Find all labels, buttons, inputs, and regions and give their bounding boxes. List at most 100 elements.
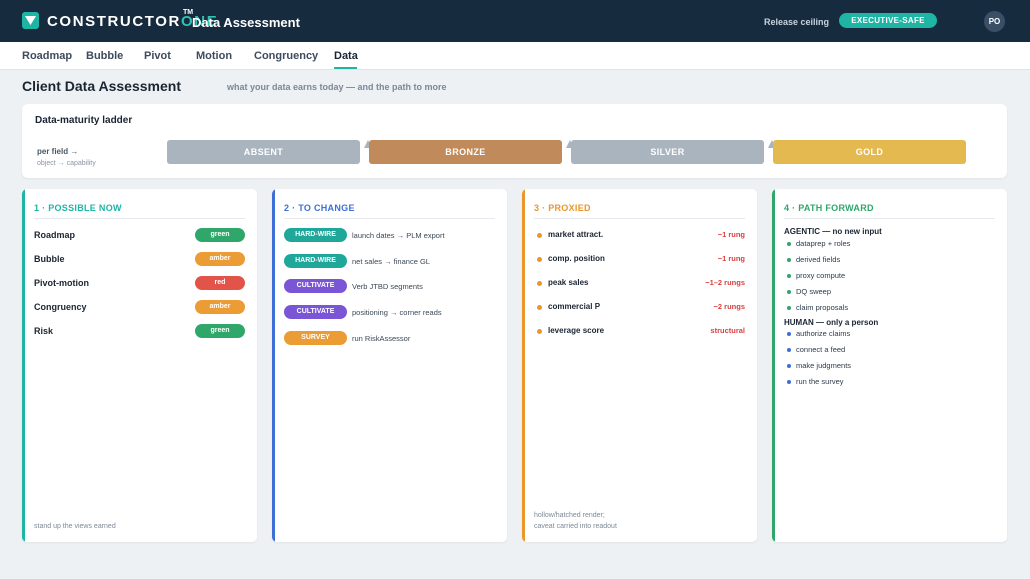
view-row-risk: Risk green [34, 324, 245, 339]
bullet-icon [787, 306, 791, 310]
column-heading: 2 · TO CHANGE [284, 203, 355, 213]
change-type-badge: CULTIVATE [284, 279, 347, 293]
change-row: CULTIVATE Verb JTBD segments [284, 279, 495, 294]
bullet-icon [537, 305, 542, 310]
view-row-pivot-motion: Pivot-motion red [34, 276, 245, 291]
human-item: authorize claims [786, 329, 991, 341]
column-footer-line-2: caveat carried into readout [534, 523, 617, 530]
agentic-item-label: DQ sweep [796, 287, 832, 296]
agentic-item: proxy compute [786, 271, 991, 283]
logo-icon [22, 12, 39, 29]
rung-cost: −1 rung [717, 230, 745, 239]
active-tab-indicator [334, 67, 357, 69]
proxied-field: peak sales [548, 278, 589, 287]
view-label: Congruency [34, 302, 87, 312]
tab-motion[interactable]: Motion [196, 50, 232, 62]
rung-gold: GOLD [773, 140, 966, 164]
change-type-badge: CULTIVATE [284, 305, 347, 319]
brand-main: CONSTRUCTOR [47, 13, 181, 30]
rung-cost: −2 rungs [713, 302, 745, 311]
column-footer-line-1: hollow/hatched render; [534, 512, 605, 519]
agentic-item-label: proxy compute [796, 271, 846, 280]
column-proxied: 3 · PROXIED market attract. −1 rung comp… [522, 189, 757, 542]
proxied-row: leverage score structural [534, 325, 745, 339]
proxied-field: market attract. [548, 230, 604, 239]
bullet-icon [787, 364, 791, 368]
bullet-icon [537, 329, 542, 334]
human-item: make judgments [786, 361, 991, 373]
top-bar: CONSTRUCTORONE TM Data Assessment Release… [0, 0, 1030, 42]
status-badge: green [195, 324, 245, 338]
column-accent-bar [522, 189, 525, 542]
tab-congruency[interactable]: Congruency [254, 50, 318, 62]
status-badge: red [195, 276, 245, 290]
rung-absent: ABSENT [167, 140, 360, 164]
change-type-badge: SURVEY [284, 331, 347, 345]
agentic-item-label: claim proposals [796, 303, 849, 312]
divider [34, 218, 245, 219]
user-avatar[interactable]: PO [984, 11, 1005, 32]
bullet-icon [787, 380, 791, 384]
agentic-item-label: derived fields [796, 255, 841, 264]
change-row: HARD-WIRE launch dates → PLM export [284, 228, 495, 243]
change-description: net sales → finance GL [352, 257, 430, 266]
rung-cost: structural [710, 326, 745, 335]
proxied-row: comp. position −1 rung [534, 253, 745, 267]
view-label: Bubble [34, 254, 65, 264]
ladder-title: Data-maturity ladder [35, 115, 133, 126]
proxied-row: commercial P −2 rungs [534, 301, 745, 315]
tab-roadmap[interactable]: Roadmap [22, 50, 72, 62]
rung-cost: −1–2 rungs [705, 278, 745, 287]
bullet-icon [787, 332, 791, 336]
status-badge: amber [195, 252, 245, 266]
column-accent-bar [272, 189, 275, 542]
agentic-item: claim proposals [786, 303, 991, 315]
rung-cost: −1 rung [717, 254, 745, 263]
agentic-heading: AGENTIC — no new input [784, 227, 882, 236]
change-description: launch dates → PLM export [352, 231, 445, 240]
bullet-icon [787, 274, 791, 278]
release-ceiling-label: Release ceiling [764, 17, 830, 27]
release-ceiling-selector[interactable]: EXECUTIVE-SAFE [839, 13, 937, 28]
ladder-per-field-label: per field → [37, 147, 79, 156]
view-label: Pivot-motion [34, 278, 89, 288]
change-type-badge: HARD-WIRE [284, 254, 347, 268]
app-title: Data Assessment [192, 15, 300, 30]
agentic-item: DQ sweep [786, 287, 991, 299]
bullet-icon [537, 233, 542, 238]
human-item-label: make judgments [796, 361, 852, 370]
bullet-icon [787, 348, 791, 352]
column-accent-bar [772, 189, 775, 542]
bullet-icon [537, 257, 542, 262]
change-description: Verb JTBD segments [352, 282, 423, 291]
human-item-label: run the survey [796, 377, 844, 386]
human-item-label: connect a feed [796, 345, 846, 354]
view-label: Risk [34, 326, 54, 336]
view-label: Roadmap [34, 230, 76, 240]
change-description: positioning → corner reads [352, 308, 442, 317]
tab-pivot[interactable]: Pivot [144, 50, 171, 62]
view-row-bubble: Bubble amber [34, 252, 245, 267]
column-possible-now: 1 · POSSIBLE NOW Roadmap green Bubble am… [22, 189, 257, 542]
agentic-item: derived fields [786, 255, 991, 267]
divider [784, 218, 995, 219]
proxied-field: comp. position [548, 254, 605, 263]
bullet-icon [787, 242, 791, 246]
rung-silver: SILVER [571, 140, 764, 164]
ladder-object-capability-label: object → capability [37, 160, 96, 167]
proxied-row: market attract. −1 rung [534, 229, 745, 243]
maturity-ladder-card: Data-maturity ladder per field → object … [22, 104, 1007, 178]
divider [534, 218, 745, 219]
proxied-field: leverage score [548, 326, 605, 335]
agentic-item-label: dataprep + roles [796, 239, 851, 248]
human-item-label: authorize claims [796, 329, 851, 338]
tab-data[interactable]: Data [334, 50, 358, 62]
change-row: SURVEY run RiskAssessor [284, 331, 495, 346]
status-badge: amber [195, 300, 245, 314]
column-heading: 4 · PATH FORWARD [784, 203, 874, 213]
view-row-roadmap: Roadmap green [34, 228, 245, 243]
human-item: connect a feed [786, 345, 991, 357]
tab-bubble[interactable]: Bubble [86, 50, 123, 62]
change-row: HARD-WIRE net sales → finance GL [284, 254, 495, 269]
agentic-item: dataprep + roles [786, 239, 991, 251]
